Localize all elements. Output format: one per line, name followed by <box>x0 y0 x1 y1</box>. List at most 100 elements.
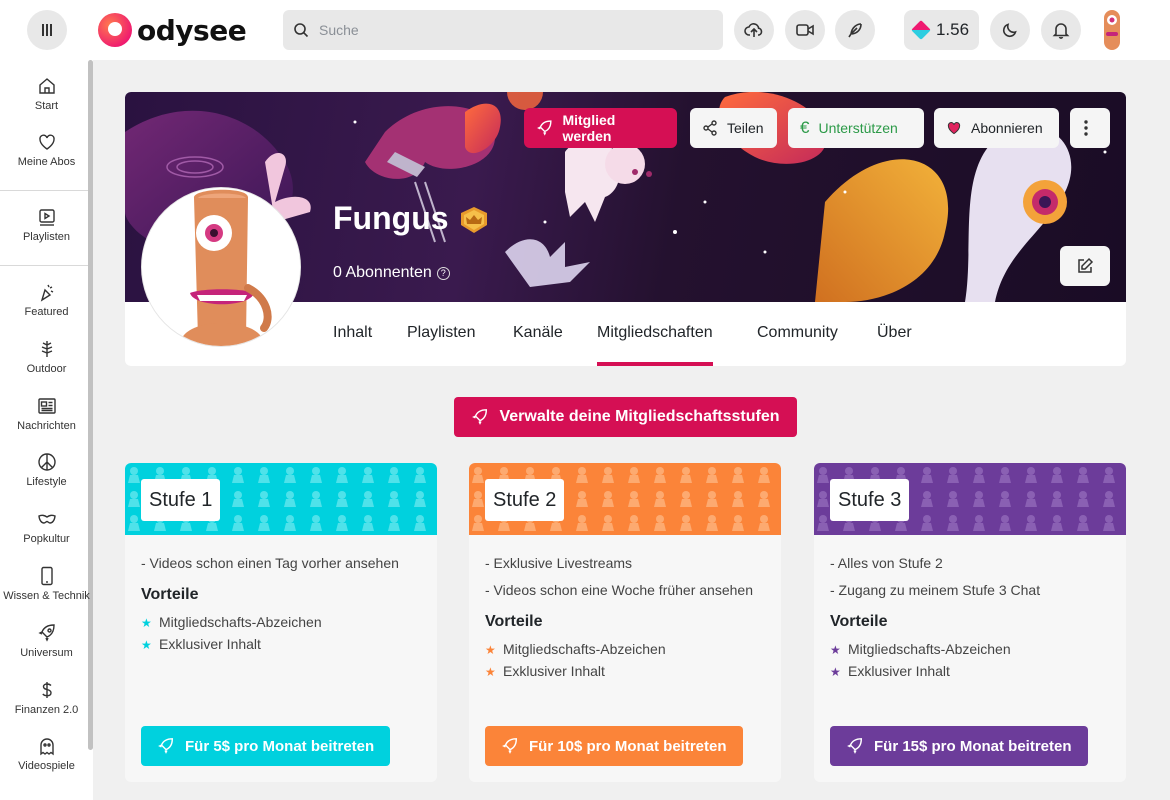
dollar-icon <box>41 682 52 698</box>
more-options-button[interactable] <box>1070 108 1110 148</box>
tier-card-2: Stufe 2 - Exklusive Livestreams - Videos… <box>469 463 781 782</box>
tier-header: Stufe 3 <box>814 463 1126 535</box>
search-bar[interactable] <box>283 10 723 50</box>
tab-kanaele[interactable]: Kanäle <box>513 302 563 366</box>
sidebar-item-label: Universum <box>20 647 73 659</box>
sidebar-item-universum[interactable]: Universum <box>0 623 93 659</box>
tab-community[interactable]: Community <box>757 302 838 366</box>
rocket-icon <box>847 738 863 754</box>
sidebar-item-videospiele[interactable]: Videospiele <box>0 736 93 772</box>
search-icon <box>294 23 309 38</box>
share-button[interactable]: Teilen <box>690 108 777 148</box>
become-member-label: Mitglied werden <box>562 112 616 144</box>
logo-mark-icon <box>98 13 132 47</box>
subscriber-count: 0 Abonnenten? <box>333 264 450 282</box>
peace-icon <box>37 453 56 471</box>
featured-icon <box>40 284 53 302</box>
sidebar-item-lifestyle[interactable]: Lifestyle <box>0 452 93 488</box>
become-member-button[interactable]: Mitglied werden <box>524 108 677 148</box>
help-icon[interactable]: ? <box>436 267 450 280</box>
cloud-upload-icon <box>744 23 763 37</box>
tier-title: Stufe 1 <box>141 479 221 521</box>
feather-icon <box>848 23 862 38</box>
rocket-icon <box>537 120 552 136</box>
sidebar-item-popkultur[interactable]: Popkultur <box>0 509 93 545</box>
tier-description: - Videos schon eine Woche früher ansehen <box>485 582 753 598</box>
tier-card-1: Stufe 1 - Videos schon einen Tag vorher … <box>125 463 437 782</box>
sidebar-item-finanzen[interactable]: Finanzen 2.0 <box>0 680 93 716</box>
perk-item: ★ Mitgliedschafts-Abzeichen <box>141 612 431 634</box>
sidebar-item-label: Popkultur <box>23 533 70 545</box>
sidebar-item-featured[interactable]: Featured <box>0 282 93 318</box>
star-icon: ★ <box>830 643 841 657</box>
join-tier-3-button[interactable]: Für 15$ pro Monat beitreten <box>830 726 1088 766</box>
sidebar-item-nachrichten[interactable]: Nachrichten <box>0 396 93 432</box>
search-input[interactable] <box>319 22 699 38</box>
go-live-button[interactable] <box>785 10 825 50</box>
sidebar-item-label: Nachrichten <box>17 420 76 432</box>
tier-description: - Alles von Stufe 2 <box>830 555 943 571</box>
tab-inhalt[interactable]: Inhalt <box>333 302 372 366</box>
edit-channel-button[interactable] <box>1060 246 1110 286</box>
playlist-icon <box>38 209 55 226</box>
join-tier-label: Für 15$ pro Monat beitreten <box>874 737 1072 755</box>
sidebar-item-label: Wissen & Technik <box>3 590 90 602</box>
tier-body: - Exklusive Livestreams - Videos schon e… <box>485 553 775 683</box>
upload-button[interactable] <box>734 10 774 50</box>
phone-icon <box>40 566 53 586</box>
odysee-logo[interactable]: odysee <box>98 12 247 48</box>
more-vertical-icon <box>1083 120 1088 136</box>
tier-description: - Exklusive Livestreams <box>485 555 633 571</box>
perk-item: ★ Exklusiver Inhalt <box>485 661 775 683</box>
sidebar-item-start[interactable]: Start <box>0 76 93 112</box>
star-icon: ★ <box>830 665 841 679</box>
sidebar: Start Meine Abos Playlisten Featured Out… <box>0 60 93 800</box>
perk-item: ★ Exklusiver Inhalt <box>830 661 1120 683</box>
rocket-icon <box>472 409 488 425</box>
rocket-icon <box>158 738 174 754</box>
newspaper-icon <box>37 398 56 414</box>
menu-icon <box>42 24 52 36</box>
share-label: Teilen <box>727 120 764 136</box>
lbc-credits-icon <box>911 20 931 40</box>
notifications-button[interactable] <box>1041 10 1081 50</box>
tier-body: - Videos schon einen Tag vorher ansehen … <box>141 553 431 656</box>
sidebar-divider <box>0 265 88 266</box>
tab-ueber[interactable]: Über <box>877 302 912 366</box>
user-avatar[interactable] <box>1099 8 1125 54</box>
home-icon <box>38 78 55 94</box>
sidebar-item-playlisten[interactable]: Playlisten <box>0 207 93 243</box>
subscriber-count-text: 0 Abonnenten <box>333 264 432 281</box>
subscribe-button[interactable]: Abonnieren <box>934 108 1059 148</box>
sidebar-item-wissen-technik[interactable]: Wissen & Technik <box>0 566 93 602</box>
theme-toggle-button[interactable] <box>990 10 1030 50</box>
tier-description: - Zugang zu meinem Stufe 3 Chat <box>830 582 1041 598</box>
sidebar-item-label: Outdoor <box>26 363 67 375</box>
top-bar: odysee 1.56 <box>0 0 1170 60</box>
sidebar-item-meine-abos[interactable]: Meine Abos <box>0 132 93 168</box>
manage-tiers-button[interactable]: Verwalte deine Mitgliedschaftsstufen <box>454 397 797 437</box>
sidebar-item-label: Playlisten <box>22 231 71 243</box>
join-tier-1-button[interactable]: Für 5$ pro Monat beitreten <box>141 726 391 766</box>
post-button[interactable] <box>835 10 875 50</box>
tier-title: Stufe 3 <box>830 479 910 521</box>
tier-header: Stufe 1 <box>125 463 437 535</box>
video-camera-icon <box>796 24 814 36</box>
menu-button[interactable] <box>27 10 67 50</box>
channel-avatar[interactable] <box>141 187 301 347</box>
perk-item: ★ Exklusiver Inhalt <box>141 634 431 656</box>
support-button[interactable]: € Unterstützen <box>788 108 924 148</box>
subscribe-label: Abonnieren <box>971 120 1043 136</box>
tab-playlisten[interactable]: Playlisten <box>407 302 475 366</box>
tier-title: Stufe 2 <box>485 479 565 521</box>
perk-item: ★ Mitgliedschafts-Abzeichen <box>830 639 1120 661</box>
tab-mitgliedschaften[interactable]: Mitgliedschaften <box>597 302 713 366</box>
benefits-heading: Vorteile <box>141 586 199 603</box>
credits-balance[interactable]: 1.56 <box>904 10 979 50</box>
euro-icon: € <box>800 118 810 137</box>
join-tier-2-button[interactable]: Für 10$ pro Monat beitreten <box>485 726 743 766</box>
sidebar-item-label: Featured <box>24 306 69 318</box>
sidebar-item-label: Meine Abos <box>17 156 76 168</box>
share-icon <box>703 120 717 136</box>
sidebar-item-outdoor[interactable]: Outdoor <box>0 339 93 375</box>
